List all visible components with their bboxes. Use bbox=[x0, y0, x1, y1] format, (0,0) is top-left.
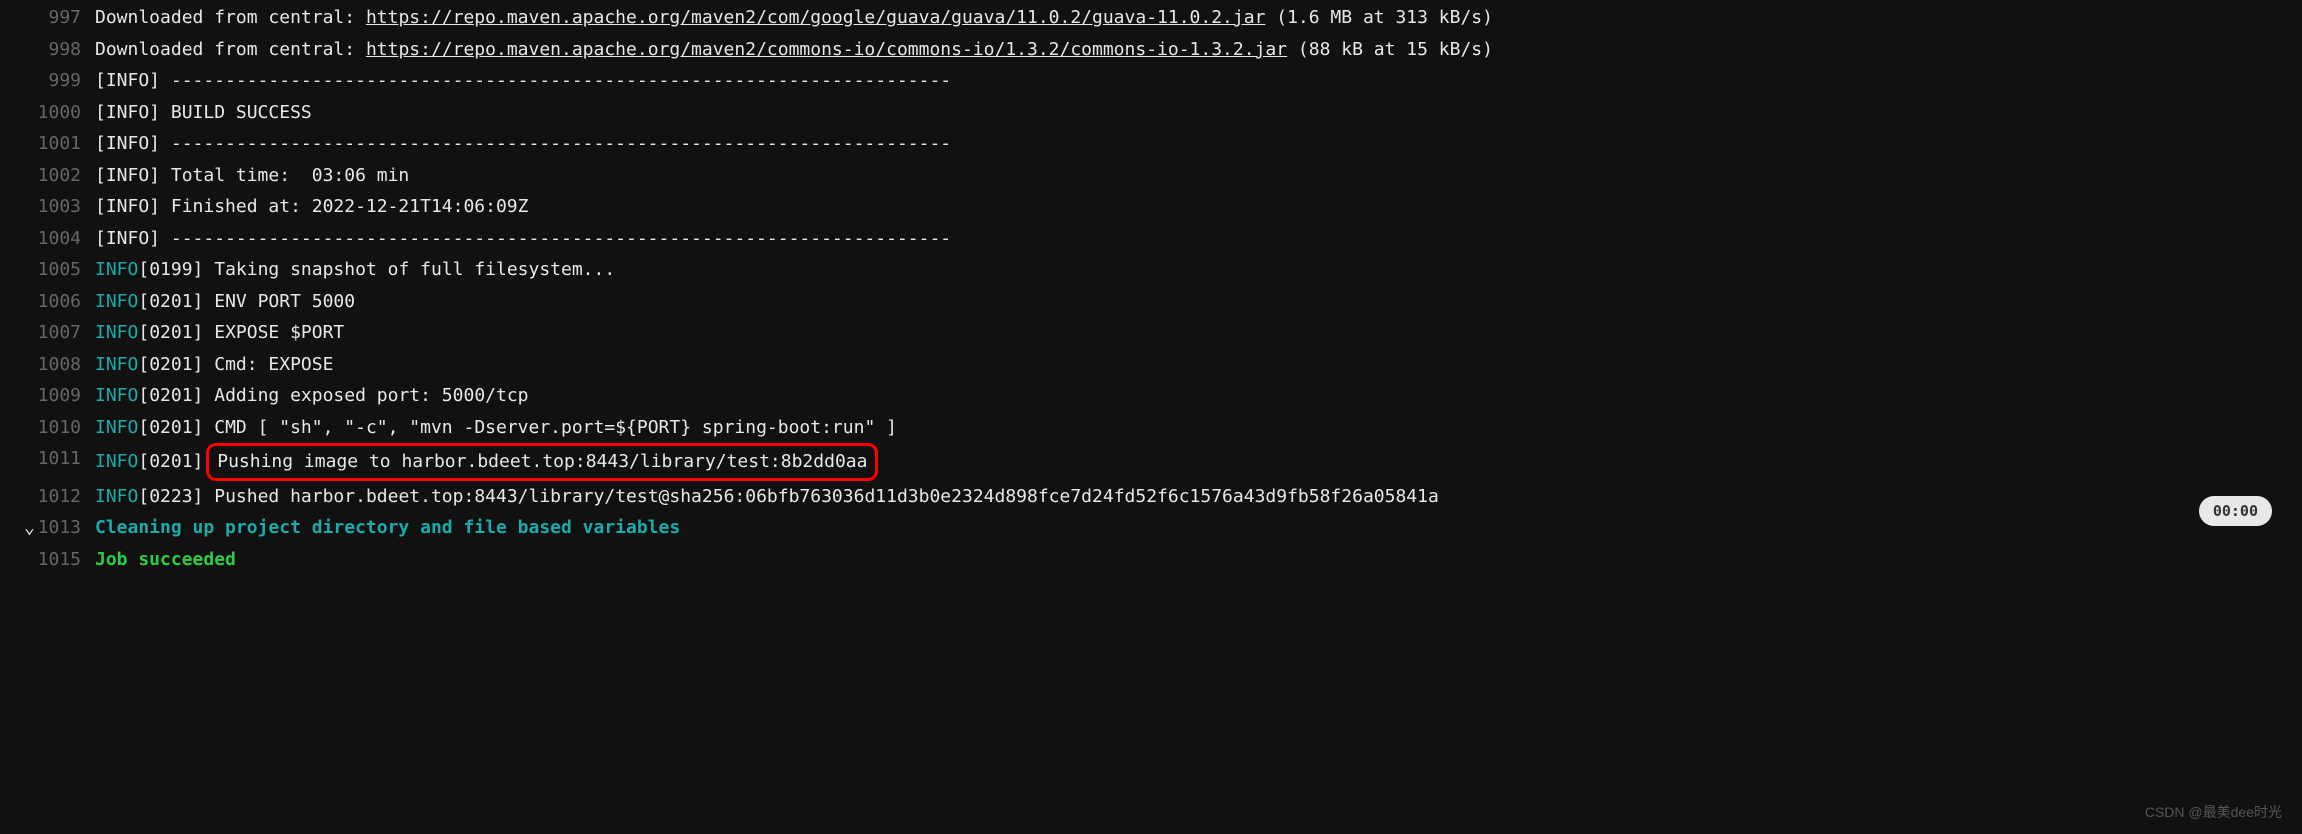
line-content: INFO[0201] Pushing image to harbor.bdeet… bbox=[95, 443, 2302, 481]
info-code: [0201] bbox=[138, 385, 203, 406]
log-line: ⌄1013Cleaning up project directory and f… bbox=[0, 512, 2302, 544]
info-text: Adding exposed port: 5000/tcp bbox=[203, 385, 528, 406]
info-text: Taking snapshot of full filesystem... bbox=[203, 259, 615, 280]
line-content: INFO[0201] CMD [ "sh", "-c", "mvn -Dserv… bbox=[95, 412, 2302, 444]
line-content: INFO[0199] Taking snapshot of full files… bbox=[95, 254, 2302, 286]
line-number: 1015 bbox=[0, 544, 95, 576]
log-line: 1009INFO[0201] Adding exposed port: 5000… bbox=[0, 380, 2302, 412]
log-line: 1006INFO[0201] ENV PORT 5000 bbox=[0, 286, 2302, 318]
line-content: Downloaded from central: https://repo.ma… bbox=[95, 2, 2302, 34]
line-number: 999 bbox=[0, 65, 95, 97]
log-container: 997Downloaded from central: https://repo… bbox=[0, 0, 2302, 575]
line-number: 1005 bbox=[0, 254, 95, 286]
log-line: 1001[INFO] -----------------------------… bbox=[0, 128, 2302, 160]
line-number: 1008 bbox=[0, 349, 95, 381]
line-number: 1001 bbox=[0, 128, 95, 160]
highlight-box: Pushing image to harbor.bdeet.top:8443/l… bbox=[206, 443, 878, 481]
info-code: [0201] bbox=[138, 354, 203, 375]
time-badge: 00:00 bbox=[2199, 496, 2272, 526]
download-suffix: (88 kB at 15 kB/s) bbox=[1287, 39, 1493, 60]
line-content: INFO[0201] EXPOSE $PORT bbox=[95, 317, 2302, 349]
log-line: 1010INFO[0201] CMD [ "sh", "-c", "mvn -D… bbox=[0, 412, 2302, 444]
info-label: INFO bbox=[95, 417, 138, 438]
log-line: 1008INFO[0201] Cmd: EXPOSE bbox=[0, 349, 2302, 381]
line-number: 1012 bbox=[0, 481, 95, 513]
line-content: INFO[0201] Adding exposed port: 5000/tcp bbox=[95, 380, 2302, 412]
log-line: 1012INFO[0223] Pushed harbor.bdeet.top:8… bbox=[0, 481, 2302, 513]
info-label: INFO bbox=[95, 354, 138, 375]
line-number: 1010 bbox=[0, 412, 95, 444]
info-label: INFO bbox=[95, 322, 138, 343]
line-number: 997 bbox=[0, 2, 95, 34]
line-number: 1006 bbox=[0, 286, 95, 318]
log-line: 1000[INFO] BUILD SUCCESS bbox=[0, 97, 2302, 129]
log-line: 997Downloaded from central: https://repo… bbox=[0, 2, 2302, 34]
line-number: 1011 bbox=[0, 443, 95, 481]
line-content: INFO[0201] ENV PORT 5000 bbox=[95, 286, 2302, 318]
log-line: 998Downloaded from central: https://repo… bbox=[0, 34, 2302, 66]
chevron-down-icon[interactable]: ⌄ bbox=[24, 512, 35, 544]
log-line: 1004[INFO] -----------------------------… bbox=[0, 223, 2302, 255]
log-line: 1007INFO[0201] EXPOSE $PORT bbox=[0, 317, 2302, 349]
info-code: [0201] bbox=[138, 417, 203, 438]
watermark: CSDN @最美dee时光 bbox=[2145, 800, 2282, 825]
line-content: INFO[0223] Pushed harbor.bdeet.top:8443/… bbox=[95, 481, 2302, 513]
log-line: 1003[INFO] Finished at: 2022-12-21T14:06… bbox=[0, 191, 2302, 223]
line-number: 1004 bbox=[0, 223, 95, 255]
info-code: [0201] bbox=[138, 451, 203, 472]
line-content: Cleaning up project directory and file b… bbox=[95, 512, 2302, 544]
line-number: 1009 bbox=[0, 380, 95, 412]
info-label: INFO bbox=[95, 291, 138, 312]
line-content: [INFO] Finished at: 2022-12-21T14:06:09Z bbox=[95, 191, 2302, 223]
log-line: 1011INFO[0201] Pushing image to harbor.b… bbox=[0, 443, 2302, 481]
log-line: 999[INFO] ------------------------------… bbox=[0, 65, 2302, 97]
info-code: [0201] bbox=[138, 291, 203, 312]
line-content: INFO[0201] Cmd: EXPOSE bbox=[95, 349, 2302, 381]
log-line: 1005INFO[0199] Taking snapshot of full f… bbox=[0, 254, 2302, 286]
info-code: [0199] bbox=[138, 259, 203, 280]
info-text: Pushed harbor.bdeet.top:8443/library/tes… bbox=[203, 486, 1438, 507]
line-content: [INFO] ---------------------------------… bbox=[95, 128, 2302, 160]
info-code: [0201] bbox=[138, 322, 203, 343]
line-content: [INFO] ---------------------------------… bbox=[95, 223, 2302, 255]
info-label: INFO bbox=[95, 385, 138, 406]
line-content: [INFO] BUILD SUCCESS bbox=[95, 97, 2302, 129]
line-number: 1002 bbox=[0, 160, 95, 192]
info-label: INFO bbox=[95, 451, 138, 472]
info-text: CMD [ "sh", "-c", "mvn -Dserver.port=${P… bbox=[203, 417, 897, 438]
download-link[interactable]: https://repo.maven.apache.org/maven2/com… bbox=[366, 39, 1287, 60]
download-prefix: Downloaded from central: bbox=[95, 39, 366, 60]
log-line: 1002[INFO] Total time: 03:06 min bbox=[0, 160, 2302, 192]
line-content: [INFO] Total time: 03:06 min bbox=[95, 160, 2302, 192]
line-content: Downloaded from central: https://repo.ma… bbox=[95, 34, 2302, 66]
download-prefix: Downloaded from central: bbox=[95, 7, 366, 28]
info-label: INFO bbox=[95, 486, 138, 507]
log-line: 1015Job succeeded bbox=[0, 544, 2302, 576]
line-number: 998 bbox=[0, 34, 95, 66]
line-content: [INFO] ---------------------------------… bbox=[95, 65, 2302, 97]
info-label: INFO bbox=[95, 259, 138, 280]
download-link[interactable]: https://repo.maven.apache.org/maven2/com… bbox=[366, 7, 1265, 28]
line-number: 1013 bbox=[0, 512, 95, 544]
info-text: Cmd: EXPOSE bbox=[203, 354, 333, 375]
line-number: 1000 bbox=[0, 97, 95, 129]
line-number: 1007 bbox=[0, 317, 95, 349]
download-suffix: (1.6 MB at 313 kB/s) bbox=[1265, 7, 1493, 28]
info-code: [0223] bbox=[138, 486, 203, 507]
line-number: 1003 bbox=[0, 191, 95, 223]
info-text: ENV PORT 5000 bbox=[203, 291, 355, 312]
info-text: EXPOSE $PORT bbox=[203, 322, 344, 343]
line-content: Job succeeded bbox=[95, 544, 2302, 576]
